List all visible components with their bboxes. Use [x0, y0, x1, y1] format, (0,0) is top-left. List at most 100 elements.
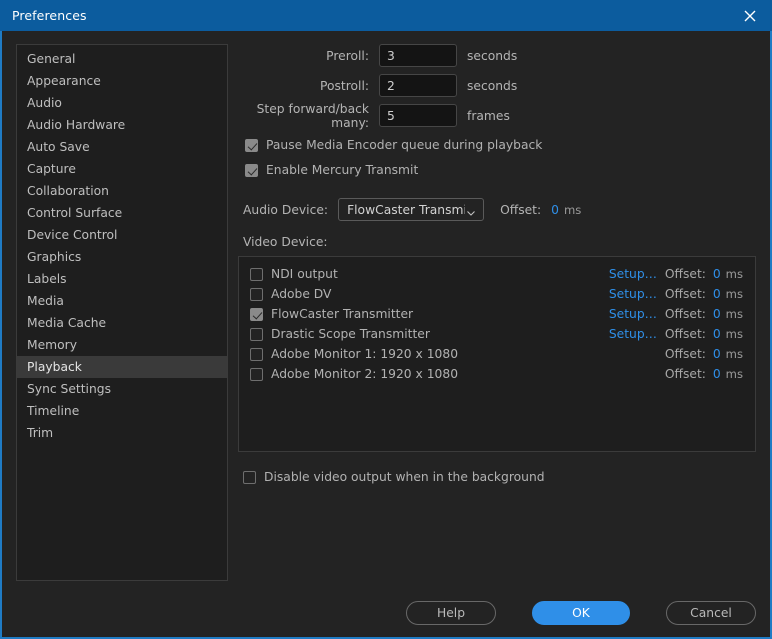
device-3-checkbox[interactable]: [250, 327, 263, 341]
sidebar-item-label: General: [27, 52, 76, 66]
device-row[interactable]: Adobe DV Setup… Offset: 0 ms: [239, 284, 755, 304]
sidebar-item-control-surface[interactable]: Control Surface: [17, 202, 227, 224]
sidebar-item-device-control[interactable]: Device Control: [17, 224, 227, 246]
audio-offset-value[interactable]: 0: [551, 203, 559, 217]
preroll-label: Preroll:: [326, 48, 369, 63]
sidebar-item-auto-save[interactable]: Auto Save: [17, 136, 227, 158]
device-row[interactable]: NDI output Setup… Offset: 0 ms: [239, 264, 755, 284]
sidebar-item-label: Trim: [27, 426, 54, 440]
disable-video-output-label: Disable video output when in the backgro…: [264, 470, 545, 484]
cancel-button[interactable]: Cancel: [666, 601, 756, 625]
device-4-checkbox[interactable]: [250, 347, 263, 361]
playback-panel: Preroll: seconds Postroll: seconds Step forw…: [238, 44, 756, 585]
device-5-checkbox[interactable]: [250, 367, 263, 381]
sidebar-item-label: Control Surface: [27, 206, 123, 220]
close-icon: [743, 9, 757, 23]
preferences-dialog: Preferences General Appearance Audio Audio …: [0, 0, 772, 639]
step-frames-input[interactable]: [379, 104, 457, 127]
device-0-checkbox[interactable]: [250, 267, 263, 281]
sidebar-item-label: Auto Save: [27, 140, 90, 154]
sidebar-item-label: Sync Settings: [27, 382, 111, 396]
postroll-input[interactable]: [379, 74, 457, 97]
enable-mercury-transmit-checkbox[interactable]: [245, 163, 258, 177]
device-row[interactable]: FlowCaster Transmitter Setup… Offset: 0 ms: [239, 304, 755, 324]
sidebar-item-label: Media Cache: [27, 316, 107, 330]
sidebar-item-playback[interactable]: Playback: [17, 356, 227, 378]
sidebar-item-media-cache[interactable]: Media Cache: [17, 312, 227, 334]
dialog-footer: Help OK Cancel: [2, 589, 770, 637]
sidebar-item-capture[interactable]: Capture: [17, 158, 227, 180]
sidebar-item-general[interactable]: General: [17, 48, 227, 70]
sidebar-item-memory[interactable]: Memory: [17, 334, 227, 356]
device-4-offset-unit: ms: [725, 347, 743, 361]
preroll-row: Preroll: seconds: [238, 44, 756, 67]
device-5-offset-value[interactable]: 0: [713, 367, 721, 381]
sidebar-item-graphics[interactable]: Graphics: [17, 246, 227, 268]
sidebar-item-label: Audio Hardware: [27, 118, 126, 132]
device-2-setup-link[interactable]: Setup…: [609, 307, 657, 321]
sidebar-item-audio[interactable]: Audio: [17, 92, 227, 114]
category-sidebar[interactable]: General Appearance Audio Audio Hardware Auto…: [16, 44, 228, 581]
sidebar-item-audio-hardware[interactable]: Audio Hardware: [17, 114, 227, 136]
audio-device-select[interactable]: FlowCaster Transmitter: [338, 198, 485, 221]
sidebar-item-labels[interactable]: Labels: [17, 268, 227, 290]
sidebar-item-appearance[interactable]: Appearance: [17, 70, 227, 92]
sidebar-item-collaboration[interactable]: Collaboration: [17, 180, 227, 202]
sidebar-item-timeline[interactable]: Timeline: [17, 400, 227, 422]
sidebar-item-label: Collaboration: [27, 184, 109, 198]
video-device-label: Video Device:: [243, 235, 328, 249]
video-device-list[interactable]: NDI output Setup… Offset: 0 ms Adobe DV Setup……: [238, 256, 756, 452]
device-4-offset-value[interactable]: 0: [713, 347, 721, 361]
enable-mercury-transmit-row[interactable]: Enable Mercury Transmit: [238, 160, 756, 180]
pause-media-encoder-row[interactable]: Pause Media Encoder queue during playbac…: [238, 135, 756, 155]
pause-media-encoder-checkbox[interactable]: [245, 138, 258, 152]
preroll-input[interactable]: [379, 44, 457, 67]
device-4-label: Adobe Monitor 1: 1920 x 1080: [271, 347, 459, 361]
enable-mercury-transmit-label: Enable Mercury Transmit: [266, 163, 419, 177]
device-2-checkbox[interactable]: [250, 307, 263, 321]
disable-video-output-checkbox[interactable]: [243, 470, 256, 484]
sidebar-item-label: Appearance: [27, 74, 101, 88]
sidebar-item-trim[interactable]: Trim: [17, 422, 227, 444]
playback-checkboxes: Pause Media Encoder queue during playbac…: [238, 135, 756, 180]
device-0-setup-link[interactable]: Setup…: [609, 267, 657, 281]
sidebar-item-label: Audio: [27, 96, 62, 110]
device-row[interactable]: Drastic Scope Transmitter Setup… Offset: 0 m…: [239, 324, 755, 344]
help-button[interactable]: Help: [406, 601, 496, 625]
device-5-offset-unit: ms: [725, 367, 743, 381]
playback-fields: Preroll: seconds Postroll: seconds Step forw…: [238, 44, 756, 130]
device-1-offset-value[interactable]: 0: [713, 287, 721, 301]
device-1-setup-link[interactable]: Setup…: [609, 287, 657, 301]
dialog-body: General Appearance Audio Audio Hardware Auto…: [2, 31, 770, 637]
device-5-label: Adobe Monitor 2: 1920 x 1080: [271, 367, 459, 381]
device-3-label: Drastic Scope Transmitter: [271, 327, 430, 341]
disable-video-output-row[interactable]: Disable video output when in the backgro…: [238, 467, 756, 487]
postroll-row: Postroll: seconds: [238, 74, 756, 97]
sidebar-item-media[interactable]: Media: [17, 290, 227, 312]
device-1-offset-label: Offset:: [664, 287, 706, 301]
sidebar-item-label: Graphics: [27, 250, 82, 264]
step-frames-unit: frames: [467, 108, 510, 123]
sidebar-item-label: Device Control: [27, 228, 118, 242]
device-3-setup-link[interactable]: Setup…: [609, 327, 657, 341]
device-0-offset-value[interactable]: 0: [713, 267, 721, 281]
device-1-offset-unit: ms: [725, 287, 743, 301]
device-1-checkbox[interactable]: [250, 287, 263, 301]
device-row[interactable]: Adobe Monitor 2: 1920 x 1080 Offset: 0 ms: [239, 364, 755, 384]
device-2-offset-value[interactable]: 0: [713, 307, 721, 321]
sidebar-item-label: Playback: [27, 360, 82, 374]
device-row[interactable]: Adobe Monitor 1: 1920 x 1080 Offset: 0 ms: [239, 344, 755, 364]
ok-button[interactable]: OK: [532, 601, 630, 625]
sidebar-item-sync-settings[interactable]: Sync Settings: [17, 378, 227, 400]
device-2-label: FlowCaster Transmitter: [271, 307, 414, 321]
device-5-offset-label: Offset:: [664, 367, 706, 381]
device-3-offset-unit: ms: [725, 327, 743, 341]
audio-device-row: Audio Device: FlowCaster Transmitter Off…: [238, 198, 756, 221]
sidebar-item-label: Labels: [27, 272, 67, 286]
audio-device-value: FlowCaster Transmitter: [347, 202, 465, 217]
device-4-offset-label: Offset:: [664, 347, 706, 361]
close-button[interactable]: [728, 0, 772, 31]
preroll-unit: seconds: [467, 48, 518, 63]
device-3-offset-value[interactable]: 0: [713, 327, 721, 341]
device-2-offset-label: Offset:: [664, 307, 706, 321]
